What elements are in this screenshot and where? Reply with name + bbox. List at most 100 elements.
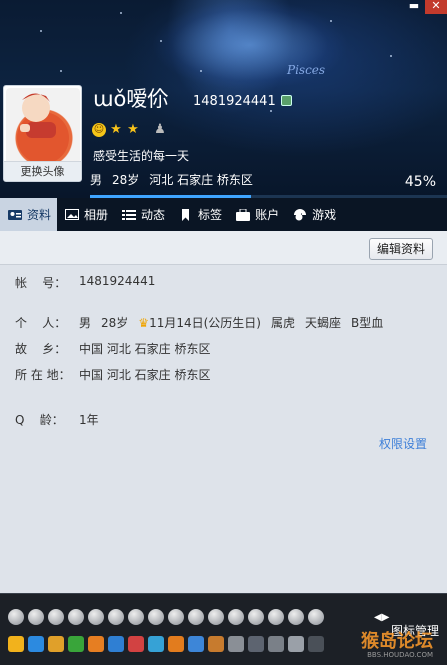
icon-bar: ◀▶ 图标管理 猴岛论坛 BBS.HOUDAO.COM xyxy=(0,593,447,665)
mail-icon[interactable] xyxy=(108,636,124,652)
minimize-icon[interactable]: ▬ xyxy=(403,0,425,14)
account-value: 1481924441 xyxy=(79,274,156,288)
tab-games[interactable]: 游戏 xyxy=(285,198,342,231)
diamond-icon[interactable] xyxy=(148,609,164,625)
birthday: ♛11月14日(公历生日) xyxy=(138,314,261,331)
video-icon[interactable] xyxy=(188,636,204,652)
tab-bar: 资料 相册 动态 标签 账户 游戏 xyxy=(0,198,447,236)
star-icon[interactable] xyxy=(208,609,224,625)
edit-profile-button[interactable]: 编辑资料 xyxy=(369,238,433,260)
bookmark-icon xyxy=(182,208,190,221)
birthday-text: 11月14日(公历生日) xyxy=(149,316,261,330)
clover-icon[interactable] xyxy=(68,636,84,652)
location-row: 所 在 地： 中国 河北 石家庄 桥东区 xyxy=(15,366,210,383)
profile-card-icon xyxy=(8,209,22,220)
diamond-icon[interactable] xyxy=(288,609,304,625)
account-label: 帐 号： xyxy=(15,276,67,290)
grid-icon[interactable] xyxy=(248,636,264,652)
tab-account[interactable]: 账户 xyxy=(228,198,285,231)
wallet-icon xyxy=(236,208,251,221)
constellation: 天蝎座 xyxy=(304,316,341,330)
tab-label: 游戏 xyxy=(312,208,337,222)
tab-tags[interactable]: 标签 xyxy=(171,198,228,231)
tab-feed[interactable]: 动态 xyxy=(114,198,171,231)
zodiac: 属虎 xyxy=(270,316,295,330)
tab-label: 账户 xyxy=(255,208,280,222)
diamond-icon[interactable] xyxy=(268,609,284,625)
level-badge-icon[interactable]: ♟ xyxy=(153,123,167,137)
change-avatar-button[interactable]: 更换头像 xyxy=(4,161,81,181)
close-icon[interactable]: ✕ xyxy=(425,0,447,14)
game-icon xyxy=(294,208,307,220)
tab-profile[interactable]: 资料 xyxy=(0,198,58,236)
qage-value: 1年 xyxy=(79,413,99,427)
sun-icon[interactable]: ☺ xyxy=(92,123,106,137)
qage-label: Q 龄： xyxy=(15,413,64,427)
gender: 男 xyxy=(79,316,92,330)
age: 28岁 xyxy=(101,316,129,330)
nickname: ɯǒ嗳伱 xyxy=(93,87,169,111)
tab-label: 标签 xyxy=(198,208,223,222)
app-icons-row xyxy=(8,636,324,652)
qq-badge-icon[interactable] xyxy=(281,95,292,106)
window-controls: ▬ ✕ xyxy=(403,0,447,14)
basic-info: 男 28岁 河北 石家庄 桥东区 xyxy=(90,171,253,188)
location-label: 所 在 地： xyxy=(15,368,71,382)
permission-settings-link[interactable]: 权限设置 xyxy=(379,435,427,452)
star-icon[interactable]: ★ xyxy=(126,123,140,137)
pet-icon[interactable] xyxy=(48,636,64,652)
watermark: 猴岛论坛 xyxy=(361,631,433,652)
tool-icon[interactable] xyxy=(308,636,324,652)
background-text: Pisces xyxy=(287,63,326,77)
chat-icon[interactable] xyxy=(228,636,244,652)
badge-icons-row xyxy=(8,609,324,625)
badge-icon[interactable] xyxy=(88,609,104,625)
hometown-label: 故 乡： xyxy=(15,342,67,356)
album-icon xyxy=(65,208,80,220)
qq-number: 1481924441 xyxy=(193,94,276,109)
gender: 男 xyxy=(90,173,103,187)
diamond-icon[interactable] xyxy=(168,609,184,625)
account-row: 帐 号： 1481924441 xyxy=(15,274,155,291)
avatar-icon[interactable] xyxy=(208,636,224,652)
personal-row: 个 人： 男 28岁 ♛11月14日(公历生日) 属虎 天蝎座 B型血 xyxy=(15,314,383,331)
scroll-arrows-icon[interactable]: ◀▶ xyxy=(374,612,389,623)
profile-header: Pisces ▬ ✕ 更换头像 ɯǒ嗳伱 1481924441 ☺ ★ ★ ♟ … xyxy=(0,0,447,198)
smiley-icon[interactable] xyxy=(268,636,284,652)
mail-icon[interactable] xyxy=(288,636,304,652)
badge-icon[interactable] xyxy=(28,609,44,625)
diamond-icon[interactable] xyxy=(248,609,264,625)
diamond-icon[interactable] xyxy=(108,609,124,625)
tab-label: 动态 xyxy=(141,208,166,222)
diamond-icon[interactable] xyxy=(128,609,144,625)
shield-icon[interactable] xyxy=(88,636,104,652)
browser-icon[interactable] xyxy=(148,636,164,652)
edit-bar: 编辑资料 xyxy=(0,231,447,265)
star-icon[interactable]: ★ xyxy=(109,123,123,137)
watermark-url: BBS.HOUDAO.COM xyxy=(367,651,433,659)
profile-content: 编辑资料 帐 号： 1481924441 个 人： 男 28岁 ♛11月14日(… xyxy=(0,231,447,593)
star-icon[interactable] xyxy=(8,636,24,652)
hometown-value: 中国 河北 石家庄 桥东区 xyxy=(79,342,211,356)
diamond-icon[interactable] xyxy=(48,609,64,625)
signature[interactable]: 感受生活的每一天 xyxy=(93,147,189,164)
location: 河北 石家庄 桥东区 xyxy=(149,173,253,187)
level-icons[interactable]: ☺ ★ ★ ♟ xyxy=(92,123,167,137)
badge-icon[interactable] xyxy=(8,609,24,625)
qage-row: Q 龄： 1年 xyxy=(15,411,99,428)
crown-icon: ♛ xyxy=(138,316,150,330)
badge-icon[interactable] xyxy=(68,609,84,625)
list-icon xyxy=(122,209,137,220)
qzone-icon[interactable] xyxy=(28,636,44,652)
badge-icon[interactable] xyxy=(228,609,244,625)
tab-label: 相册 xyxy=(84,208,109,222)
diamond-icon[interactable] xyxy=(308,609,324,625)
music-icon[interactable] xyxy=(128,636,144,652)
tab-label: 资料 xyxy=(27,208,52,222)
tab-album[interactable]: 相册 xyxy=(57,198,114,231)
hometown-row: 故 乡： 中国 河北 石家庄 桥东区 xyxy=(15,340,210,357)
game-icon[interactable] xyxy=(168,636,184,652)
diamond-icon[interactable] xyxy=(188,609,204,625)
personal-values: 男 28岁 ♛11月14日(公历生日) 属虎 天蝎座 B型血 xyxy=(79,314,383,331)
avatar[interactable]: 更换头像 xyxy=(3,85,82,182)
